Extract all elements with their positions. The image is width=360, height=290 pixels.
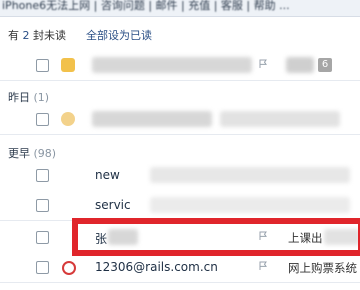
blurred-sender xyxy=(92,111,212,127)
railway-logo-icon xyxy=(62,261,76,275)
group-header-yesterday: 昨日 (1) xyxy=(0,86,360,106)
sender-name: new xyxy=(95,168,120,182)
blurred-subject xyxy=(150,197,350,213)
flag-icon[interactable] xyxy=(259,59,269,69)
mail-row[interactable]: 12306@rails.com.cn 网上购票系统 xyxy=(0,252,360,283)
group-label: 更早 (98) xyxy=(8,147,57,160)
row-checkbox[interactable] xyxy=(36,231,49,244)
mail-row[interactable]: servic xyxy=(0,190,360,221)
blurred-sender xyxy=(92,57,252,73)
folder-avatar-icon xyxy=(61,58,75,72)
row-checkbox[interactable] xyxy=(36,169,49,182)
row-checkbox[interactable] xyxy=(36,199,49,212)
top-breadcrumb-bar: iPhone6无法上网 | 咨询问题 | 邮件 | 充值 | 客服 | 帮助 .… xyxy=(0,0,360,17)
unread-badge: 6 xyxy=(318,58,332,72)
blurred-subject xyxy=(220,111,340,127)
sender-name: 张 xyxy=(95,232,108,246)
group-label: 昨日 (1) xyxy=(8,91,50,104)
row-checkbox[interactable] xyxy=(36,59,49,72)
mark-all-read-link[interactable]: 全部设为已读 xyxy=(86,27,152,43)
flag-icon[interactable] xyxy=(259,261,269,271)
flag-icon[interactable] xyxy=(259,231,269,241)
unread-summary: 有 2 封未读 全部设为已读 xyxy=(0,24,360,44)
mail-row[interactable] xyxy=(0,104,360,135)
subject-text: 上课出 xyxy=(288,231,323,245)
row-checkbox[interactable] xyxy=(36,261,49,274)
unread-count-text: 有 2 封未读 xyxy=(8,29,66,42)
blurred-subject xyxy=(286,57,314,73)
blurred-subject xyxy=(324,229,360,245)
mail-row[interactable]: new xyxy=(0,160,360,191)
mail-row[interactable]: 张 上课出 xyxy=(0,222,360,253)
group-header-earlier: 更早 (98) xyxy=(0,142,360,162)
breadcrumb-text: iPhone6无法上网 | 咨询问题 | 邮件 | 充值 | 客服 | 帮助 .… xyxy=(2,0,290,12)
mail-row[interactable]: 6 xyxy=(0,50,360,81)
row-checkbox[interactable] xyxy=(36,113,49,126)
blurred-sender xyxy=(108,229,138,245)
yellow-avatar-icon xyxy=(61,112,75,126)
subject-text: 网上购票系统 xyxy=(288,261,357,275)
sender-name: servic xyxy=(95,198,131,212)
blurred-subject xyxy=(150,167,350,183)
sender-email: 12306@rails.com.cn xyxy=(95,260,218,274)
